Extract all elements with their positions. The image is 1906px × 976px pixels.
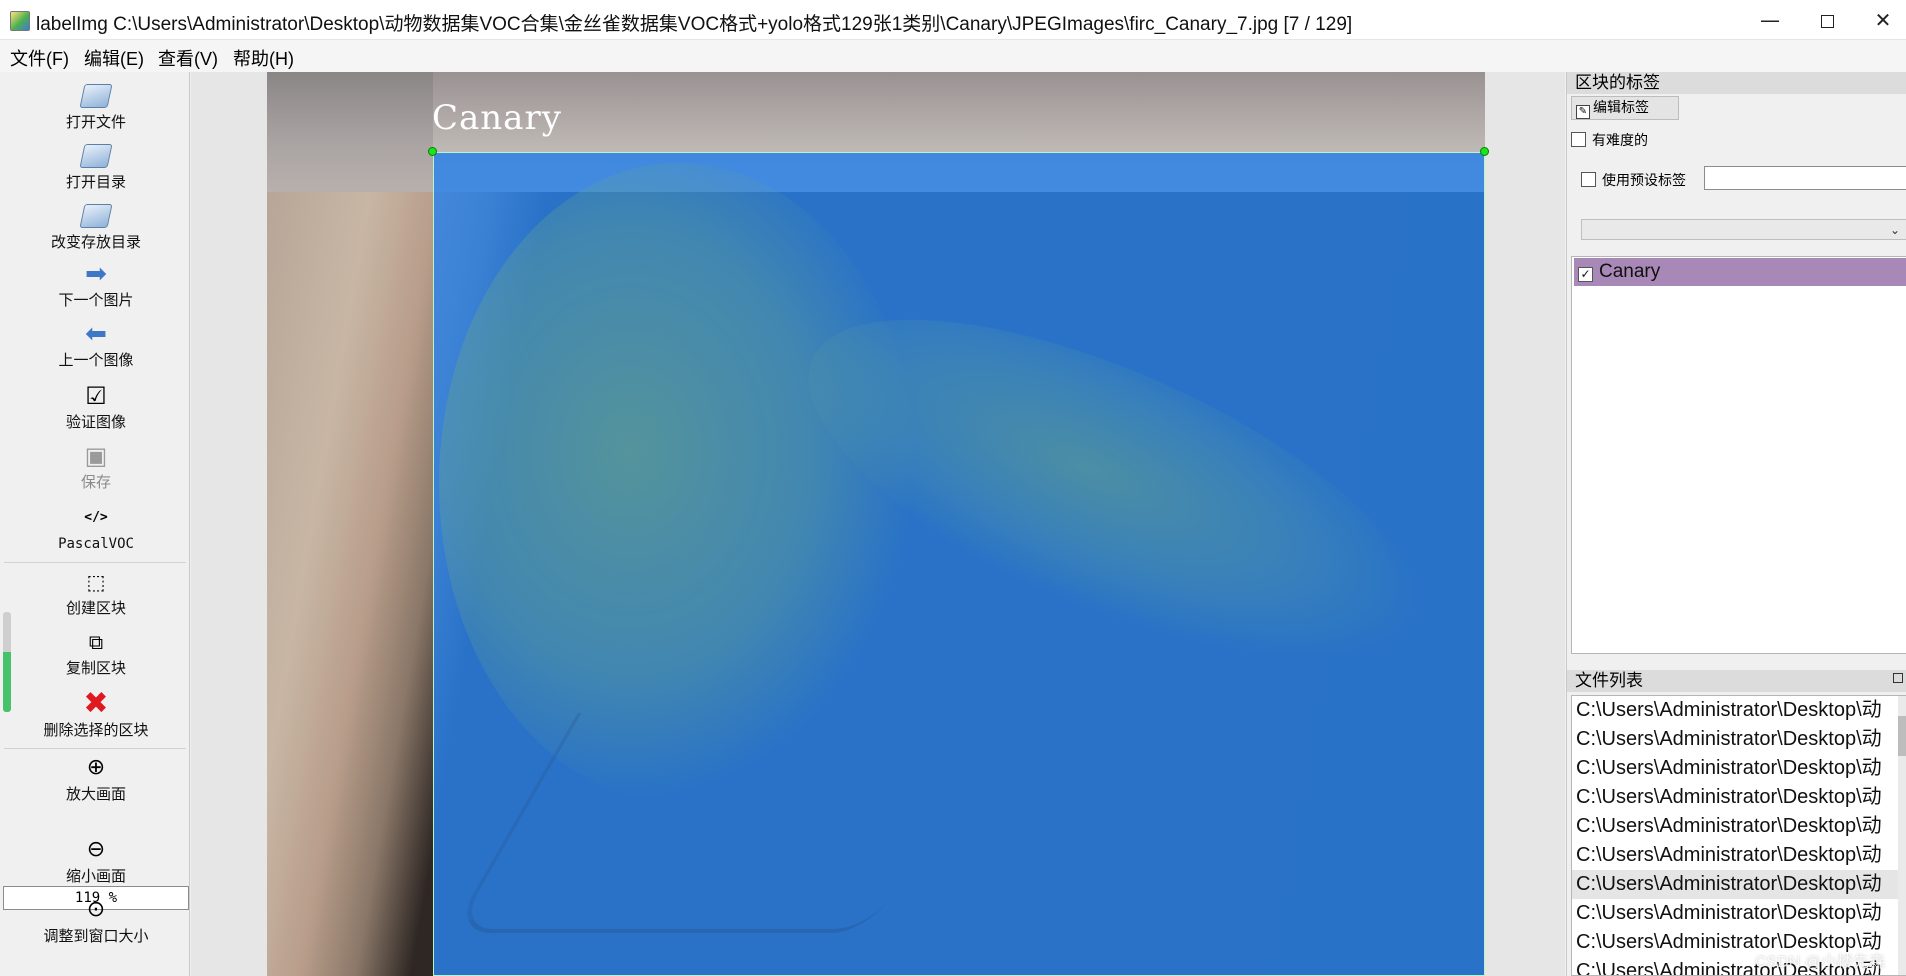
zoom-out-button[interactable]: ⊖ 缩小画面 [10, 834, 182, 886]
next-image-label: 下一个图片 [58, 291, 134, 309]
zoom-in-icon: ⊕ [86, 755, 106, 780]
open-file-button[interactable]: 打开文件 [10, 80, 182, 132]
file-list-item-selected[interactable]: C:\Users\Administrator\Desktop\动 [1572, 870, 1902, 899]
open-dir-label: 打开目录 [65, 173, 126, 191]
dock-float-icon[interactable] [1893, 673, 1903, 683]
prev-image-button[interactable]: ⬅ 上一个图像 [10, 318, 182, 370]
close-button[interactable]: ✕ [1856, 0, 1906, 40]
fit-window-label: 调整到窗口大小 [43, 927, 149, 945]
window-title: labelImg C:\Users\Administrator\Desktop\… [36, 14, 1353, 35]
menu-file[interactable]: 文件(F) [10, 45, 69, 71]
next-image-button[interactable]: ➡ 下一个图片 [10, 258, 182, 310]
annotation-canvas[interactable] [191, 72, 1565, 976]
box-vertex-top-right[interactable] [1480, 147, 1489, 156]
menu-view[interactable]: 查看(V) [158, 45, 218, 71]
arrow-left-icon: ⬅ [85, 319, 107, 349]
edit-label-text: 编辑标签 [1593, 100, 1649, 116]
file-list-item[interactable]: C:\Users\Administrator\Desktop\动 [1572, 841, 1902, 870]
maximize-icon [1820, 15, 1834, 28]
use-default-label-text: 使用预设标签 [1602, 173, 1686, 189]
duplicate-box-button[interactable]: ⧉ 复制区块 [10, 626, 182, 678]
zoom-in-label: 放大画面 [65, 785, 126, 803]
verify-image-button[interactable]: ☑ 验证图像 [10, 380, 182, 432]
file-list-title: 文件列表 [1567, 670, 1906, 692]
checkbox-checked-icon: ☑ [85, 382, 107, 410]
file-list-item[interactable]: C:\Users\Administrator\Desktop\动 [1572, 899, 1902, 928]
open-file-label: 打开文件 [65, 113, 126, 131]
photo-background [433, 72, 1485, 152]
watermark: CSDN @小楼先森 [1755, 954, 1886, 971]
default-label-input[interactable] [1704, 166, 1906, 190]
file-list-item[interactable]: C:\Users\Administrator\Desktop\动 [1572, 696, 1902, 725]
canary-photo [267, 72, 1485, 976]
verify-image-label: 验证图像 [65, 413, 126, 431]
floppy-disk-icon: ▣ [84, 442, 108, 470]
title-bar: labelImg C:\Users\Administrator\Desktop\… [0, 0, 1906, 40]
box-labels-title: 区块的标签 [1567, 72, 1906, 94]
fit-window-button[interactable]: ⊙ 调整到窗口大小 [10, 894, 182, 946]
box-vertex-top-left[interactable] [428, 147, 437, 156]
file-list-item[interactable]: C:\Users\Administrator\Desktop\动 [1572, 812, 1902, 841]
bird-legs-shape [450, 713, 998, 933]
label-list-item[interactable]: ✓ Canary [1574, 258, 1906, 286]
label-name: Canary [1599, 261, 1661, 282]
delete-box-button[interactable]: ✖ 删除选择的区块 [10, 688, 182, 740]
open-dir-button[interactable]: 打开目录 [10, 140, 182, 192]
file-list-item[interactable]: C:\Users\Administrator\Desktop\动 [1572, 754, 1902, 783]
create-box-icon: ⬚ [86, 570, 106, 594]
delete-box-label: 删除选择的区块 [43, 721, 149, 739]
left-toolbar: 打开文件 打开目录 改变存放目录 ➡ 下一个图片 ⬅ 上一个图像 ☑ 验证图像 … [0, 72, 190, 976]
format-label: PascalVOC [58, 536, 134, 552]
prev-image-label: 上一个图像 [58, 351, 134, 369]
use-default-label-checkbox-box [1581, 172, 1596, 187]
labelimg-icon [10, 11, 30, 31]
box-label-text: Canary [432, 98, 562, 138]
folder-open-icon [10, 80, 182, 112]
arrow-right-icon: ➡ [85, 259, 107, 289]
chevron-down-icon: ⌄ [1889, 223, 1900, 237]
change-save-dir-label: 改变存放目录 [50, 233, 141, 251]
duplicate-box-label: 复制区块 [65, 659, 126, 677]
minimize-button[interactable]: — [1743, 0, 1797, 40]
zoom-in-button[interactable]: ⊕ 放大画面 [10, 752, 182, 804]
label-combobox[interactable]: ⌄ [1581, 219, 1906, 240]
create-box-label: 创建区块 [65, 599, 126, 617]
menu-bar: 文件(F) 编辑(E) 查看(V) 帮助(H) [0, 40, 1906, 72]
folder-open-icon [10, 200, 182, 232]
right-dock: 区块的标签 ✎ 编辑标签 有难度的 使用预设标签 ⌄ ✓ Canary 文件列表 C… [1566, 72, 1906, 976]
zoom-out-label: 缩小画面 [65, 867, 126, 885]
folder-open-icon [10, 140, 182, 172]
change-save-dir-button[interactable]: 改变存放目录 [10, 200, 182, 252]
file-list-scrollbar[interactable] [1898, 696, 1906, 975]
scrollbar-thumb[interactable] [1898, 716, 1906, 756]
zoom-out-icon: ⊖ [86, 837, 106, 862]
bird-body-shape [439, 163, 919, 803]
use-default-label-checkbox[interactable]: 使用预设标签 [1581, 170, 1686, 190]
difficult-checkbox[interactable]: 有难度的 [1571, 130, 1648, 150]
format-toggle-button[interactable]: </> PascalVOC [10, 502, 182, 554]
fit-window-icon: ⊙ [86, 897, 106, 922]
bounding-box[interactable] [433, 152, 1485, 976]
maximize-button[interactable] [1800, 0, 1854, 40]
label-checkbox[interactable]: ✓ [1578, 267, 1593, 282]
label-list[interactable]: ✓ Canary [1571, 256, 1906, 654]
file-list-item[interactable]: C:\Users\Administrator\Desktop\动 [1572, 725, 1902, 754]
code-tag-icon: </> [84, 510, 108, 525]
save-label: 保存 [80, 473, 111, 491]
create-box-button[interactable]: ⬚ 创建区块 [10, 566, 182, 618]
delete-x-icon: ✖ [83, 686, 109, 721]
file-list-title-text: 文件列表 [1575, 671, 1643, 690]
copy-icon: ⧉ [88, 630, 104, 654]
edit-label-button[interactable]: ✎ 编辑标签 [1571, 96, 1679, 120]
menu-help[interactable]: 帮助(H) [233, 45, 294, 71]
difficult-label: 有难度的 [1592, 133, 1648, 149]
file-list-item[interactable]: C:\Users\Administrator\Desktop\动 [1572, 783, 1902, 812]
toolbar-separator [4, 562, 186, 563]
toolbar-separator [4, 748, 186, 749]
save-button[interactable]: ▣ 保存 [10, 440, 182, 492]
difficult-checkbox-box [1571, 132, 1586, 147]
menu-edit[interactable]: 编辑(E) [84, 45, 144, 71]
file-list[interactable]: C:\Users\Administrator\Desktop\动 C:\User… [1571, 695, 1906, 976]
edit-pencil-icon: ✎ [1576, 105, 1590, 119]
